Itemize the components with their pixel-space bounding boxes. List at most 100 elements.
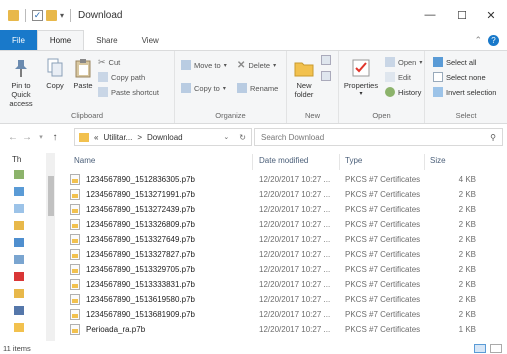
column-header-size[interactable]: Size: [430, 156, 446, 165]
breadcrumb-current[interactable]: Download: [147, 133, 183, 142]
paste-shortcut-button[interactable]: Paste shortcut: [98, 87, 159, 97]
nav-tree-icon[interactable]: [14, 323, 24, 332]
toolbar-divider: [70, 8, 72, 22]
open-button[interactable]: Open ▾: [385, 57, 422, 67]
file-row[interactable]: 1234567890_1513327649.p7b 12/20/2017 10:2…: [56, 232, 507, 247]
file-name: 1234567890_1513619580.p7b: [86, 295, 196, 304]
paste-icon: [72, 57, 94, 79]
folder-icon: [8, 9, 19, 21]
file-row[interactable]: Perioada_ra.p7b 12/20/2017 10:27 ... PKCS …: [56, 322, 507, 337]
recent-locations-chevron-icon[interactable]: ▾: [34, 133, 48, 141]
file-name: 1234567890_1513326809.p7b: [86, 220, 196, 229]
search-input[interactable]: Search Download ⚲: [254, 128, 503, 146]
new-item-button[interactable]: [321, 55, 331, 65]
details-view-icon[interactable]: [474, 344, 486, 353]
nav-tree-icon[interactable]: [14, 187, 24, 196]
minimize-button[interactable]: —: [414, 0, 446, 30]
file-row[interactable]: 1234567890_1513327827.p7b 12/20/2017 10:2…: [56, 247, 507, 262]
address-dropdown-chevron-icon[interactable]: ⌄: [223, 133, 229, 141]
file-date: 12/20/2017 10:27 ...: [259, 265, 331, 274]
file-size: 4 KB: [458, 175, 476, 184]
refresh-icon[interactable]: ↻: [234, 133, 251, 142]
file-row[interactable]: 1234567890_1513271991.p7b 12/20/2017 10:2…: [56, 187, 507, 202]
file-size: 2 KB: [458, 295, 476, 304]
properties-quick-icon[interactable]: ✓: [32, 9, 43, 21]
column-header-type[interactable]: Type: [345, 156, 362, 165]
title-bar: ✓ ▾ Download — ☐ ✕: [0, 0, 507, 30]
file-date: 12/20/2017 10:27 ...: [259, 220, 331, 229]
file-row[interactable]: 1234567890_1513333831.p7b 12/20/2017 10:2…: [56, 277, 507, 292]
breadcrumb-parent[interactable]: Utilitar...: [103, 133, 132, 142]
file-type: PKCS #7 Certificates: [345, 235, 421, 244]
properties-button[interactable]: Properties ▾: [341, 57, 381, 99]
copy-path-button[interactable]: Copy path: [98, 72, 145, 82]
file-date: 12/20/2017 10:27 ...: [259, 280, 331, 289]
large-icons-view-icon[interactable]: [490, 344, 502, 353]
maximize-button[interactable]: ☐: [446, 0, 478, 30]
file-row[interactable]: 1234567890_1513329705.p7b 12/20/2017 10:2…: [56, 262, 507, 277]
select-all-button[interactable]: Select all: [433, 57, 476, 67]
file-row[interactable]: 1234567890_1512836305.p7b 12/20/2017 10:2…: [56, 172, 507, 187]
new-item-icon: [321, 55, 331, 65]
nav-scrollbar-thumb[interactable]: [48, 176, 54, 216]
delete-button[interactable]: ✕ Delete ▾: [237, 60, 276, 71]
easy-access-button[interactable]: [321, 71, 331, 81]
file-type: PKCS #7 Certificates: [345, 205, 421, 214]
select-all-icon: [433, 57, 443, 67]
file-row[interactable]: 1234567890_1513326809.p7b 12/20/2017 10:2…: [56, 217, 507, 232]
address-path[interactable]: « Utilitar... > Download ⌄ ↻: [74, 128, 252, 146]
select-group-label: Select: [455, 111, 477, 120]
file-name: Perioada_ra.p7b: [86, 325, 146, 334]
back-button[interactable]: ←: [6, 132, 20, 143]
nav-tree-icon[interactable]: [14, 170, 24, 179]
tab-view[interactable]: View: [130, 30, 171, 50]
copy-to-button[interactable]: Copy to ▾: [181, 83, 226, 93]
nav-tree-icon[interactable]: [14, 289, 24, 298]
column-divider[interactable]: [252, 154, 253, 170]
new-folder-button[interactable]: New folder: [289, 57, 319, 99]
nav-item-this-pc[interactable]: Th: [12, 155, 21, 164]
pin-to-quick-access-button[interactable]: Pin to Quick access: [4, 57, 38, 108]
nav-tree-icon[interactable]: [14, 255, 24, 264]
help-icon[interactable]: ?: [488, 34, 499, 46]
up-button[interactable]: ↑: [48, 132, 62, 143]
ribbon-collapse-chevron-icon[interactable]: ⌃: [474, 35, 482, 46]
move-to-button[interactable]: Move to ▾: [181, 60, 227, 70]
edit-button[interactable]: Edit: [385, 72, 411, 82]
nav-tree-icon[interactable]: [14, 306, 24, 315]
forward-button[interactable]: →: [20, 132, 34, 143]
column-divider[interactable]: [339, 154, 340, 170]
nav-tree-icon[interactable]: [14, 272, 24, 281]
tab-home[interactable]: Home: [36, 30, 85, 50]
rename-button[interactable]: Rename: [237, 83, 278, 93]
file-size: 2 KB: [458, 280, 476, 289]
new-folder-quick-icon[interactable]: [46, 9, 57, 21]
file-name: 1234567890_1513333831.p7b: [86, 280, 196, 289]
nav-tree-icon[interactable]: [14, 221, 24, 230]
select-none-button[interactable]: Select none: [433, 72, 486, 82]
tab-share[interactable]: Share: [84, 30, 129, 50]
copy-button[interactable]: Copy: [42, 57, 68, 90]
open-icon: [385, 57, 395, 67]
cut-button[interactable]: ✂ Cut: [98, 57, 120, 68]
certificate-file-icon: [70, 219, 80, 230]
customize-toolbar-chevron-icon[interactable]: ▾: [60, 11, 64, 20]
column-divider[interactable]: [424, 154, 425, 170]
file-row[interactable]: 1234567890_1513681909.p7b 12/20/2017 10:2…: [56, 307, 507, 322]
clipboard-group-label: Clipboard: [70, 111, 104, 120]
history-button[interactable]: History: [385, 87, 421, 97]
certificate-file-icon: [70, 309, 80, 320]
tab-file[interactable]: File: [0, 30, 37, 50]
invert-selection-button[interactable]: Invert selection: [433, 87, 496, 97]
file-row[interactable]: 1234567890_1513619580.p7b 12/20/2017 10:2…: [56, 292, 507, 307]
nav-tree-icon[interactable]: [14, 204, 24, 213]
file-row[interactable]: 1234567890_1513272439.p7b 12/20/2017 10:2…: [56, 202, 507, 217]
easy-access-icon: [321, 71, 331, 81]
column-header-name[interactable]: Name: [74, 156, 95, 165]
nav-tree-icon[interactable]: [14, 238, 24, 247]
certificate-file-icon: [70, 279, 80, 290]
column-header-date[interactable]: Date modified: [259, 156, 308, 165]
close-button[interactable]: ✕: [475, 0, 507, 30]
file-date: 12/20/2017 10:27 ...: [259, 310, 331, 319]
paste-button[interactable]: Paste: [70, 57, 96, 90]
